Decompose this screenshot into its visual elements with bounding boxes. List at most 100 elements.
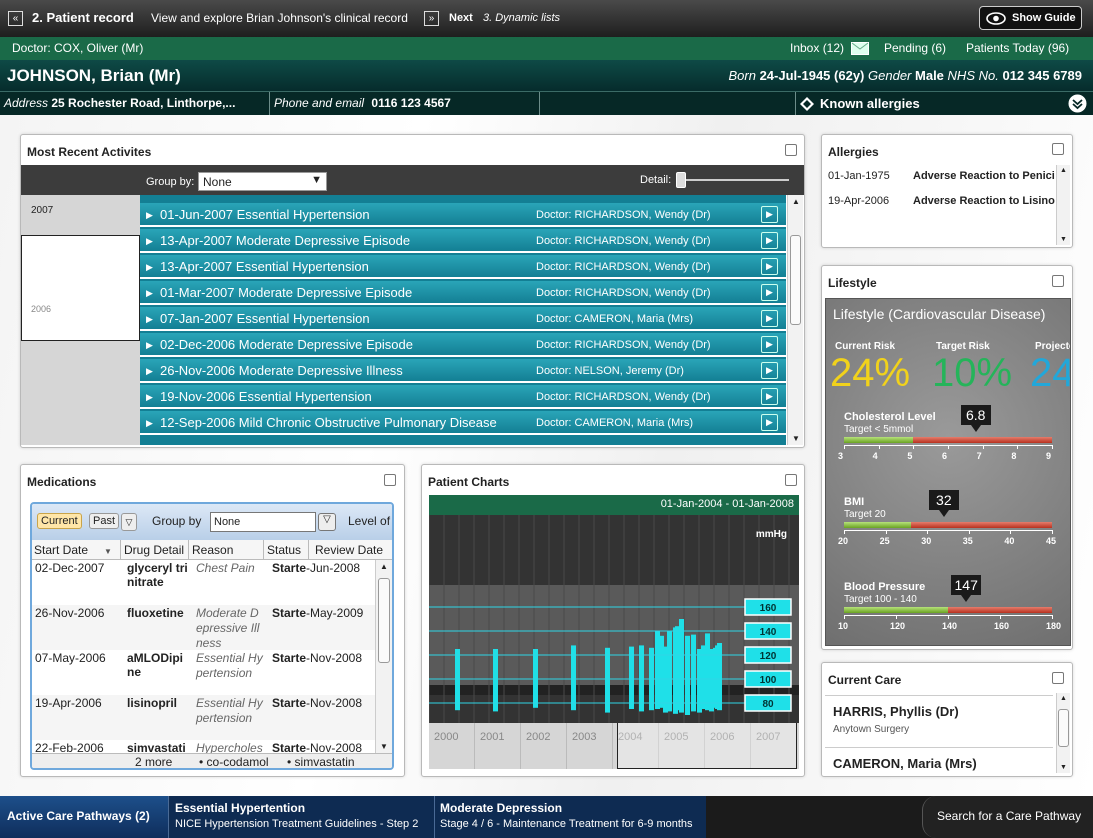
year-label[interactable]: 2001 xyxy=(475,723,521,769)
activity-row[interactable]: ▶ 13-Apr-2007 Essential Hypertension Docto… xyxy=(140,255,786,279)
col-drug-detail[interactable]: Drug Detail xyxy=(120,540,188,560)
pending-link[interactable]: Pending (6) xyxy=(884,41,946,55)
timeline-navigator[interactable]: 2007 2006 xyxy=(21,195,140,445)
patients-today-link[interactable]: Patients Today (96) xyxy=(966,41,1069,55)
medication-row[interactable]: 02-Dec-2007 glyceryl trinitrate Chest Pain… xyxy=(32,560,375,605)
activities-checkbox[interactable] xyxy=(785,144,797,156)
expand-triangle-icon[interactable]: ▶ xyxy=(146,229,153,253)
mail-icon[interactable] xyxy=(851,42,869,55)
inbox-link[interactable]: Inbox (12) xyxy=(790,41,844,55)
patient-charts-checkbox[interactable] xyxy=(785,474,797,486)
med-group-select[interactable]: None xyxy=(210,512,316,532)
blood-pressure-chart[interactable]: mmHg 160 140 120 100 80 xyxy=(429,515,799,723)
expand-triangle-icon[interactable]: ▶ xyxy=(146,411,153,435)
col-review-date[interactable]: Review Date xyxy=(308,540,383,560)
back-icon[interactable]: « xyxy=(8,11,23,26)
medication-row[interactable]: 07-May-2006 aMLODipine Essential Hypertens… xyxy=(32,650,375,695)
expand-triangle-icon[interactable]: ▶ xyxy=(146,281,153,305)
expand-banner-icon[interactable] xyxy=(1068,94,1087,113)
open-activity-icon[interactable]: ▶ xyxy=(761,258,778,275)
lifestyle-panel: Lifestyle Lifestyle (Cardiovascular Dise… xyxy=(821,265,1073,650)
medications-scrollbar[interactable]: ▲ ▼ xyxy=(375,560,392,753)
medications-toolbar: Current Past ▽ Group by None ▽ Level of xyxy=(32,504,392,540)
open-activity-icon[interactable]: ▶ xyxy=(761,310,778,327)
medication-row[interactable]: 19-Apr-2006 lisinopril Essential Hypertens… xyxy=(32,695,375,740)
expand-triangle-icon[interactable]: ▶ xyxy=(146,307,153,331)
expand-triangle-icon[interactable]: ▶ xyxy=(146,385,153,409)
scroll-thumb[interactable] xyxy=(1058,709,1069,747)
expand-triangle-icon[interactable]: ▶ xyxy=(146,359,153,383)
medication-row[interactable]: 26-Nov-2006 fluoxetine Moderate Depressive… xyxy=(32,605,375,650)
activity-row[interactable]: ▶ 26-Nov-2006 Moderate Depressive Illness… xyxy=(140,359,786,383)
allergies-checkbox[interactable] xyxy=(1052,143,1064,155)
open-activity-icon[interactable]: ▶ xyxy=(761,284,778,301)
medications-title: Medications xyxy=(27,475,97,489)
year-label[interactable]: 2000 xyxy=(429,723,475,769)
care-scrollbar[interactable]: ▲ ▼ xyxy=(1056,693,1070,773)
scroll-thumb[interactable] xyxy=(790,235,801,325)
open-activity-icon[interactable]: ▶ xyxy=(761,232,778,249)
open-activity-icon[interactable]: ▶ xyxy=(761,362,778,379)
expand-triangle-icon[interactable]: ▶ xyxy=(146,333,153,357)
care-item-2[interactable]: CAMERON, Maria (Mrs) xyxy=(825,747,1053,775)
show-guide-label: Show Guide xyxy=(1012,12,1076,24)
scroll-down-icon[interactable]: ▼ xyxy=(1060,764,1067,771)
care-item-1[interactable]: HARRIS, Phyllis (Dr) Anytown Surgery xyxy=(825,695,1053,740)
lifestyle-checkbox[interactable] xyxy=(1052,275,1064,287)
timeline-window[interactable] xyxy=(21,235,140,341)
scroll-thumb[interactable] xyxy=(378,578,390,663)
scroll-up-icon[interactable]: ▲ xyxy=(1060,167,1067,174)
activity-row[interactable]: ▶ 02-Dec-2006 Moderate Depressive Episode… xyxy=(140,333,786,357)
current-tab[interactable]: Current xyxy=(37,513,82,529)
more-count[interactable]: 2 more xyxy=(135,755,172,768)
col-start-date[interactable]: Start Date xyxy=(34,543,88,557)
active-pathways-tab[interactable]: Active Care Pathways (2) xyxy=(0,796,168,838)
activity-row[interactable]: ▶ 01-Mar-2007 Moderate Depressive Episode… xyxy=(140,281,786,305)
allergy-row[interactable]: 19-Apr-2006 Adverse Reaction to Lisino xyxy=(822,193,1055,215)
pathway-2[interactable]: Moderate Depression Stage 4 / 6 - Mainte… xyxy=(434,796,706,838)
activities-scrollbar[interactable]: ▲ ▼ xyxy=(787,195,803,445)
open-activity-icon[interactable]: ▶ xyxy=(761,414,778,431)
open-activity-icon[interactable]: ▶ xyxy=(761,336,778,353)
scroll-down-icon[interactable]: ▼ xyxy=(380,742,388,751)
year-label[interactable]: 2003 xyxy=(567,723,613,769)
scroll-up-icon[interactable]: ▲ xyxy=(380,562,388,571)
col-reason[interactable]: Reason xyxy=(188,540,233,560)
known-allergies[interactable]: Known allergies xyxy=(820,96,920,111)
sort-icon[interactable]: ▼ xyxy=(104,547,112,556)
activity-row[interactable]: ▶ 13-Apr-2007 Moderate Depressive Episode… xyxy=(140,229,786,253)
medications-checkbox[interactable] xyxy=(384,474,396,486)
next-button[interactable]: Next xyxy=(449,12,473,24)
past-tab[interactable]: Past xyxy=(89,513,120,529)
current-care-checkbox[interactable] xyxy=(1052,672,1064,684)
scroll-down-icon[interactable]: ▼ xyxy=(792,434,800,443)
gauge-value: 147 xyxy=(951,575,982,595)
expand-triangle-icon[interactable]: ▶ xyxy=(146,255,153,279)
show-guide-button[interactable]: Show Guide xyxy=(979,6,1082,30)
scroll-up-icon[interactable]: ▲ xyxy=(792,197,800,206)
search-pathway-button[interactable]: Search for a Care Pathway xyxy=(922,796,1093,838)
medication-row[interactable]: 22-Feb-2006 simvastatin Hypercholesterolae… xyxy=(32,740,375,753)
chart-year-navigator[interactable]: 2000 2001 2002 2003 2004 2005 2006 2007 xyxy=(429,723,799,769)
detail-slider-handle[interactable] xyxy=(676,172,686,188)
group-by-select[interactable]: None ▼ xyxy=(198,172,327,191)
filter-icon[interactable]: ▽ xyxy=(121,513,137,531)
allergy-row[interactable]: 01-Jan-1975 Adverse Reaction to Penici xyxy=(822,168,1055,190)
next-icon[interactable]: » xyxy=(424,11,439,26)
activity-row[interactable]: ▶ 01-Jun-2007 Essential Hypertension Docto… xyxy=(140,203,786,227)
scroll-up-icon[interactable]: ▲ xyxy=(1060,695,1067,702)
med-group-dropdown-icon[interactable]: ▽ xyxy=(318,513,336,531)
detail-slider-track[interactable] xyxy=(681,179,789,181)
activity-row[interactable]: ▶ 12-Sep-2006 Mild Chronic Obstructive Pu… xyxy=(140,411,786,435)
activity-row[interactable]: ▶ 19-Nov-2006 Essential Hypertension Docto… xyxy=(140,385,786,409)
col-status[interactable]: Status xyxy=(263,540,301,560)
open-activity-icon[interactable]: ▶ xyxy=(761,206,778,223)
scroll-down-icon[interactable]: ▼ xyxy=(1060,236,1067,243)
year-label[interactable]: 2002 xyxy=(521,723,567,769)
chart-year-window[interactable] xyxy=(617,723,797,769)
allergies-scrollbar[interactable]: ▲ ▼ xyxy=(1056,165,1070,245)
pathway-1[interactable]: Essential Hypertention NICE Hypertension… xyxy=(168,796,434,838)
activity-row[interactable]: ▶ 07-Jan-2007 Essential Hypertension Docto… xyxy=(140,307,786,331)
open-activity-icon[interactable]: ▶ xyxy=(761,388,778,405)
expand-triangle-icon[interactable]: ▶ xyxy=(146,203,153,227)
